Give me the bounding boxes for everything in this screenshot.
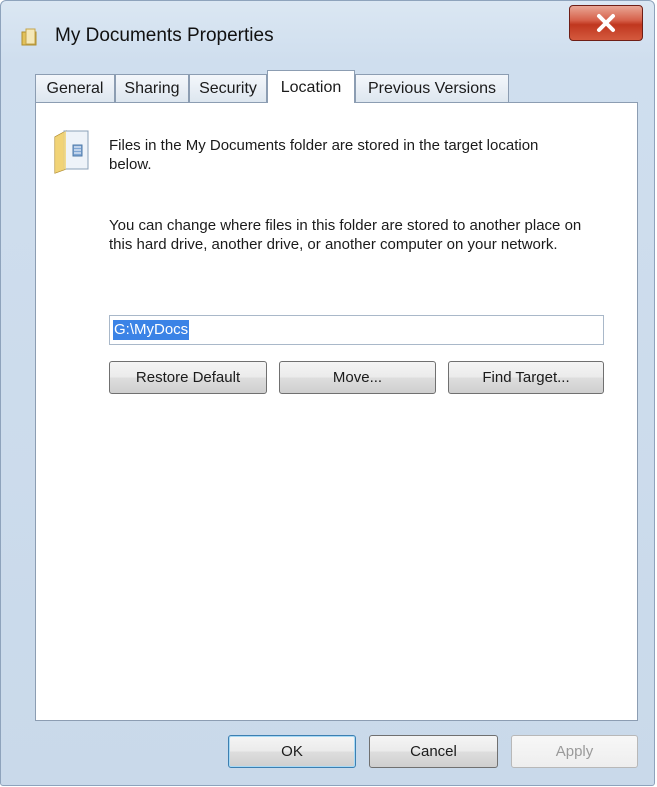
close-button[interactable] xyxy=(569,5,643,41)
properties-dialog: My Documents Properties General Sharing … xyxy=(0,0,655,786)
find-target-button[interactable]: Find Target... xyxy=(448,361,604,394)
tab-location[interactable]: Location xyxy=(267,70,355,103)
ok-button[interactable]: OK xyxy=(228,735,356,768)
restore-default-button[interactable]: Restore Default xyxy=(109,361,267,394)
tab-general[interactable]: General xyxy=(35,74,115,102)
window-title: My Documents Properties xyxy=(55,25,274,46)
tab-previous-versions[interactable]: Previous Versions xyxy=(355,74,509,102)
folder-document-icon xyxy=(52,127,92,175)
target-path-input[interactable]: G:\MyDocs xyxy=(109,315,604,345)
apply-button[interactable]: Apply xyxy=(511,735,638,768)
target-path-value: G:\MyDocs xyxy=(113,320,190,340)
location-tab-panel xyxy=(35,102,638,721)
folder-icon xyxy=(21,27,43,47)
tab-sharing[interactable]: Sharing xyxy=(115,74,189,102)
close-icon xyxy=(595,13,617,33)
change-location-description: You can change where files in this folde… xyxy=(109,217,582,253)
tab-security[interactable]: Security xyxy=(189,74,267,102)
title-bar[interactable]: My Documents Properties xyxy=(1,1,654,65)
location-description: Files in the My Documents folder are sto… xyxy=(109,137,539,173)
move-button[interactable]: Move... xyxy=(279,361,436,394)
cancel-button[interactable]: Cancel xyxy=(369,735,498,768)
